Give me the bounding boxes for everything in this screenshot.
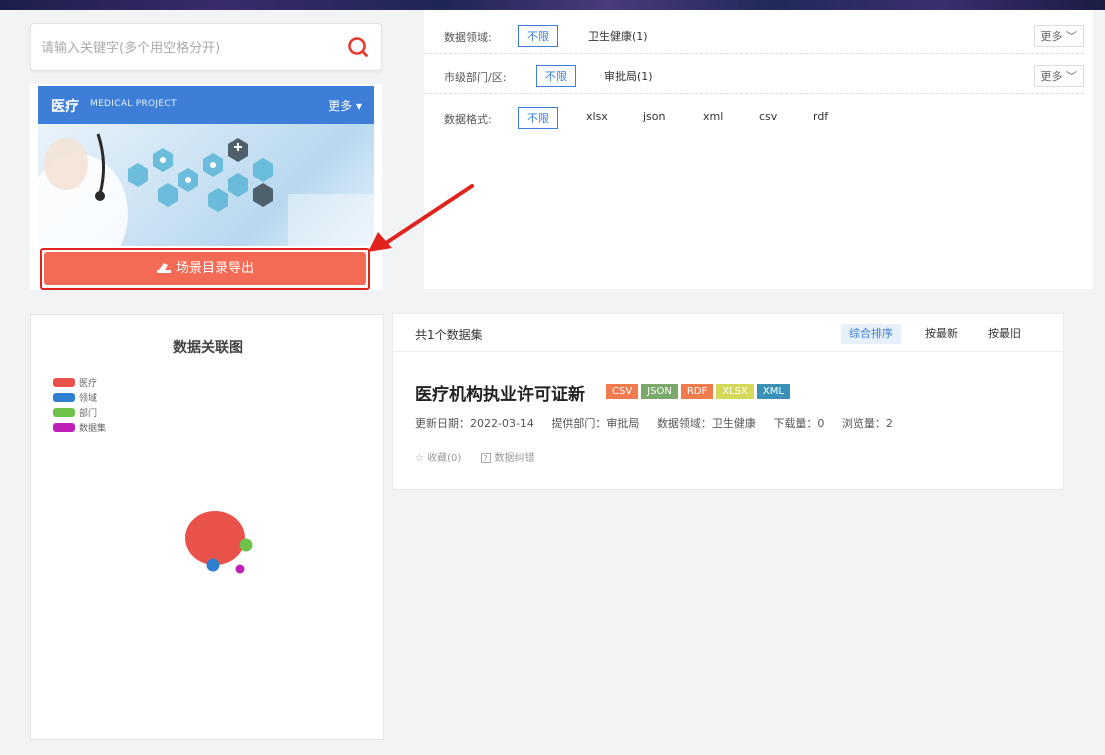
project-title: 医疗 bbox=[51, 99, 79, 115]
filter-option-format-all[interactable]: 不限 bbox=[518, 107, 558, 129]
filter-label-dept: 市级部门/区: bbox=[444, 71, 507, 84]
report-error-button[interactable]: ? 数据纠错 bbox=[480, 453, 551, 464]
legend-label: 医疗 bbox=[79, 378, 98, 389]
dataset-meta: 更新日期：2022-03-14 提供部门：审批局 数据领域：卫生健康 下载量：0… bbox=[415, 415, 907, 431]
data-relation-graph-card: 数据关联图 医疗 领域 部门 数据集 bbox=[30, 314, 384, 740]
search-box bbox=[30, 23, 382, 71]
legend-swatch-medical bbox=[53, 377, 75, 387]
graph-title: 数据关联图 bbox=[173, 340, 243, 356]
legend-swatch-domain bbox=[53, 392, 75, 402]
dataset-results-card: 共1个数据集 综合排序 按最新 按最旧 医疗机构执业许可证新 CSV JSON … bbox=[392, 313, 1064, 490]
filter-option-format-xml[interactable]: xml bbox=[703, 110, 723, 123]
medical-banner-image bbox=[38, 124, 374, 246]
sort-newest-button[interactable]: 按最新 bbox=[917, 324, 966, 344]
search-input[interactable] bbox=[41, 36, 331, 60]
filter-option-format-rdf[interactable]: rdf bbox=[813, 110, 828, 123]
dataset-title-link[interactable]: 医疗机构执业许可证新 bbox=[415, 380, 585, 405]
legend-item-domain[interactable]: 领域 bbox=[53, 390, 106, 404]
legend-item-medical[interactable]: 医疗 bbox=[53, 375, 106, 389]
search-icon[interactable] bbox=[347, 36, 369, 58]
legend-label: 数据集 bbox=[79, 423, 107, 434]
help-box-icon: ? bbox=[480, 453, 491, 463]
favorite-button[interactable]: ☆ 收藏(0) bbox=[415, 453, 461, 464]
format-badge-json[interactable]: JSON bbox=[641, 384, 678, 399]
project-subtitle: MEDICAL PROJECT bbox=[90, 99, 177, 109]
sort-comprehensive-button[interactable]: 综合排序 bbox=[841, 324, 901, 344]
filter-row-dept: 市级部门/区: 不限 审批局(1) 更多 ﹀ bbox=[424, 54, 1084, 94]
meta-provider: 提供部门：审批局 bbox=[551, 417, 640, 430]
format-badge-rdf[interactable]: RDF bbox=[680, 384, 714, 399]
legend-swatch-dept bbox=[53, 407, 75, 417]
filter-option-domain-all[interactable]: 不限 bbox=[518, 25, 558, 47]
filter-more-domain-button[interactable]: 更多 ﹀ bbox=[1033, 25, 1084, 47]
graph-node-dept bbox=[239, 538, 253, 552]
legend-item-dept[interactable]: 部门 bbox=[53, 405, 106, 419]
meta-domain: 数据领域：卫生健康 bbox=[656, 417, 756, 430]
medical-project-card: 医疗 MEDICAL PROJECT 更多 ▾ 场景目录导出 bbox=[30, 84, 382, 290]
filter-panel: 数据领域: 不限 卫生健康(1) 更多 ﹀ 市级部门/区: 不限 审批局(1) … bbox=[424, 10, 1093, 289]
graph-legend: 医疗 领域 部门 数据集 bbox=[53, 375, 106, 435]
project-header: 医疗 MEDICAL PROJECT 更多 ▾ bbox=[38, 86, 374, 124]
filter-option-dept-all[interactable]: 不限 bbox=[536, 65, 576, 87]
legend-label: 领域 bbox=[79, 393, 98, 404]
format-badges: CSV JSON RDF XLSX XML bbox=[606, 384, 793, 399]
legend-swatch-dataset bbox=[53, 422, 75, 432]
export-icon bbox=[156, 263, 171, 273]
format-badge-xml[interactable]: XML bbox=[756, 384, 790, 399]
sort-oldest-button[interactable]: 按最旧 bbox=[980, 324, 1029, 344]
export-catalog-button[interactable]: 场景目录导出 bbox=[44, 252, 366, 285]
meta-downloads: 下载量：0 bbox=[773, 417, 825, 430]
filter-option-dept-approval[interactable]: 审批局(1) bbox=[604, 68, 653, 84]
filter-option-format-xlsx[interactable]: xlsx bbox=[586, 110, 608, 123]
meta-views: 浏览量：2 bbox=[841, 417, 893, 430]
legend-item-dataset[interactable]: 数据集 bbox=[53, 420, 106, 434]
relation-graph-canvas[interactable] bbox=[171, 505, 261, 585]
graph-node-domain bbox=[206, 558, 220, 572]
format-badge-csv[interactable]: CSV bbox=[606, 384, 639, 399]
filter-row-domain: 数据领域: 不限 卫生健康(1) 更多 ﹀ bbox=[424, 14, 1084, 54]
results-count: 共1个数据集 bbox=[415, 328, 483, 342]
results-header: 共1个数据集 综合排序 按最新 按最旧 bbox=[393, 314, 1063, 352]
top-banner-strip bbox=[0, 0, 1105, 10]
legend-label: 部门 bbox=[79, 408, 98, 419]
filter-option-format-csv[interactable]: csv bbox=[759, 110, 777, 123]
graph-node-dataset bbox=[235, 564, 245, 574]
project-more-link[interactable]: 更多 ▾ bbox=[328, 97, 362, 114]
filter-more-dept-button[interactable]: 更多 ﹀ bbox=[1033, 65, 1084, 87]
export-button-label: 场景目录导出 bbox=[175, 261, 254, 276]
filter-label-format: 数据格式: bbox=[444, 113, 492, 126]
filter-label-domain: 数据领域: bbox=[444, 31, 492, 44]
filter-option-format-json[interactable]: json bbox=[643, 110, 666, 123]
graph-node-medical bbox=[185, 511, 245, 565]
medical-illustration-icon bbox=[38, 133, 374, 246]
dataset-actions: ☆ 收藏(0) ? 数据纠错 bbox=[415, 449, 567, 464]
filter-option-domain-health[interactable]: 卫生健康(1) bbox=[588, 28, 648, 44]
format-badge-xlsx[interactable]: XLSX bbox=[716, 384, 754, 399]
meta-updated-date: 更新日期：2022-03-14 bbox=[415, 417, 534, 430]
report-error-label: 数据纠错 bbox=[494, 453, 535, 464]
filter-row-format: 数据格式: 不限 xlsx json xml csv rdf bbox=[424, 96, 1084, 136]
